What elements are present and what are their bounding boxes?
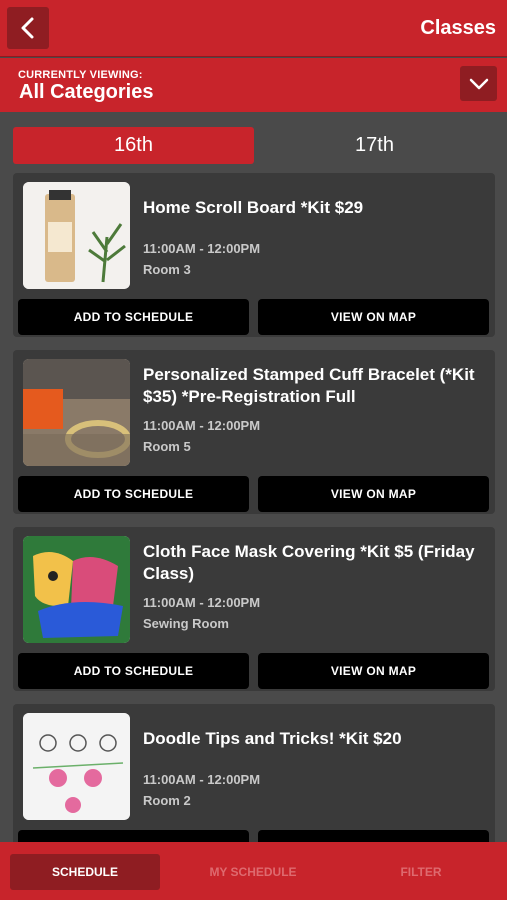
class-thumbnail <box>23 359 130 466</box>
class-time: 11:00AM - 12:00PM <box>143 418 261 433</box>
class-card[interactable]: Doodle Tips and Tricks! *Kit $20 11:00AM… <box>13 704 495 842</box>
nav-filter[interactable]: FILTER <box>346 854 496 890</box>
view-on-map-button[interactable]: VIEW ON MAP <box>258 830 489 842</box>
add-to-schedule-button[interactable]: ADD TO SCHEDULE <box>18 476 249 512</box>
class-title: Personalized Stamped Cuff Bracelet (*Kit… <box>143 365 475 406</box>
class-list-area[interactable]: 16th 17th Home Scroll Board *Kit $29 11:… <box>0 113 507 842</box>
category-dropdown-button[interactable] <box>460 66 497 101</box>
chevron-left-icon <box>21 17 34 39</box>
chevron-down-icon <box>469 78 488 89</box>
nav-schedule[interactable]: SCHEDULE <box>10 854 160 890</box>
class-time: 11:00AM - 12:00PM <box>143 595 261 610</box>
view-on-map-button[interactable]: VIEW ON MAP <box>258 653 489 689</box>
class-title: Cloth Face Mask Covering *Kit $5 (Friday… <box>143 542 475 583</box>
tab-16th[interactable]: 16th <box>13 127 254 164</box>
class-title: Doodle Tips and Tricks! *Kit $20 <box>143 729 402 748</box>
view-on-map-button[interactable]: VIEW ON MAP <box>258 299 489 335</box>
class-room: Sewing Room <box>143 616 229 631</box>
date-tabs: 16th 17th <box>13 127 495 164</box>
top-app-bar: Classes <box>0 0 507 57</box>
class-thumbnail <box>23 713 130 820</box>
nav-my-schedule[interactable]: MY SCHEDULE <box>178 854 328 890</box>
category-caption: CURRENTLY VIEWING: <box>18 69 143 81</box>
class-card[interactable]: Cloth Face Mask Covering *Kit $5 (Friday… <box>13 527 495 691</box>
category-selector[interactable]: CURRENTLY VIEWING: All Categories <box>0 58 507 112</box>
add-to-schedule-button[interactable]: ADD TO SCHEDULE <box>18 830 249 842</box>
view-on-map-button[interactable]: VIEW ON MAP <box>258 476 489 512</box>
back-button[interactable] <box>7 7 49 49</box>
page-title: Classes <box>420 17 496 39</box>
class-room: Room 2 <box>143 793 191 808</box>
category-value: All Categories <box>19 81 154 103</box>
add-to-schedule-button[interactable]: ADD TO SCHEDULE <box>18 653 249 689</box>
bottom-nav: SCHEDULE MY SCHEDULE FILTER <box>0 842 507 900</box>
class-time: 11:00AM - 12:00PM <box>143 772 261 787</box>
class-card[interactable]: Home Scroll Board *Kit $29 11:00AM - 12:… <box>13 173 495 337</box>
class-title: Home Scroll Board *Kit $29 <box>143 198 364 217</box>
class-room: Room 3 <box>143 262 191 277</box>
class-thumbnail <box>23 536 130 643</box>
class-card[interactable]: Personalized Stamped Cuff Bracelet (*Kit… <box>13 350 495 514</box>
class-thumbnail <box>23 182 130 289</box>
tab-17th[interactable]: 17th <box>254 127 495 164</box>
class-time: 11:00AM - 12:00PM <box>143 241 261 256</box>
add-to-schedule-button[interactable]: ADD TO SCHEDULE <box>18 299 249 335</box>
class-room: Room 5 <box>143 439 191 454</box>
